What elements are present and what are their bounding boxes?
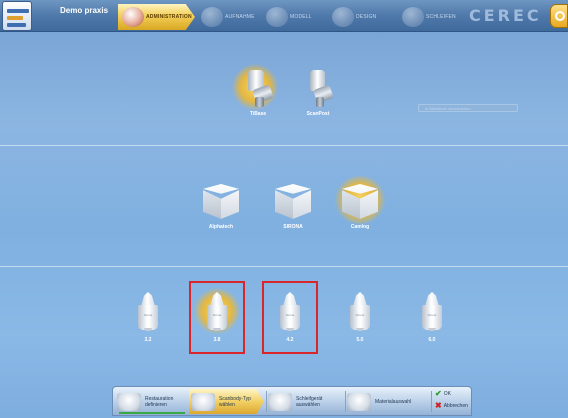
phase-tab-label: SCHLEIFEN <box>426 14 456 20</box>
milling-unit-icon <box>268 392 292 411</box>
ok-label: OK <box>443 390 451 397</box>
library-search-input[interactable]: in Bibliothek durchsuchen <box>418 104 518 112</box>
camera-icon <box>201 7 223 27</box>
cancel-button[interactable]: ✖ Abbrechen <box>435 401 468 410</box>
step-separator <box>345 391 346 412</box>
scanpost-icon <box>304 70 334 108</box>
phase-tab-aufnahme[interactable]: AUFNAHME <box>197 4 260 30</box>
scanbody-icon: Sirona <box>138 292 158 331</box>
check-icon: ✔ <box>435 389 442 398</box>
workflow-step-material[interactable]: Materialauswahl <box>347 389 429 414</box>
phase-tab-label: DESIGN <box>356 14 377 20</box>
scanbody-icon: Sirona <box>422 292 442 331</box>
phase-tab-label: AUFNAHME <box>225 14 255 20</box>
logo-bar <box>7 23 26 27</box>
option-size-6-0[interactable]: Sirona 6.0 <box>418 292 446 346</box>
option-label: 3.2 <box>144 337 152 343</box>
scanbody-icon <box>191 392 215 411</box>
package-icon <box>203 184 239 220</box>
phase-tab-label: ADMINISTRATION <box>146 14 192 20</box>
case-name: Demo praxis <box>60 6 109 15</box>
model-icon <box>266 7 288 27</box>
phase-tab-modell[interactable]: MODELL <box>262 4 322 30</box>
highlight-box <box>189 281 245 354</box>
phase-tab-administration[interactable]: ADMINISTRATION <box>118 4 195 30</box>
tooth-icon <box>122 7 144 27</box>
option-label: 5.0 <box>356 337 364 343</box>
milling-icon <box>402 7 424 27</box>
logo-bar <box>7 9 29 13</box>
option-label: 6.0 <box>428 337 436 343</box>
workflow-step-label: Scanbody-Typ wählen <box>219 395 251 408</box>
option-label: TiBase <box>249 111 267 117</box>
step-separator <box>266 391 267 412</box>
workflow-step-label: Schleifgerät auswählen <box>296 395 323 408</box>
option-label: ScanPost <box>306 111 330 117</box>
design-icon <box>332 7 354 27</box>
step-separator <box>431 391 432 412</box>
section-divider <box>0 145 568 146</box>
workflow-step-label: Restauration definieren <box>145 395 174 408</box>
ok-button[interactable]: ✔ OK <box>435 389 451 398</box>
section-divider <box>0 266 568 267</box>
close-icon: ✖ <box>435 401 442 410</box>
phase-tab-design[interactable]: DESIGN <box>328 4 388 30</box>
option-scanpost[interactable]: ScanPost <box>298 66 338 122</box>
material-block-icon <box>347 392 371 411</box>
patient-database-icon[interactable] <box>2 1 32 31</box>
logo-bar <box>7 16 23 20</box>
highlight-box <box>262 281 318 354</box>
crown-icon <box>117 392 141 411</box>
option-label: SIRONA <box>283 224 303 230</box>
main-menu-button[interactable] <box>550 4 568 28</box>
option-sirona[interactable]: SIRONA <box>270 182 316 232</box>
package-icon <box>275 184 311 220</box>
tibase-icon <box>242 70 274 108</box>
workflow-step-schleifgeraet[interactable]: Schleifgerät auswählen <box>268 389 343 414</box>
option-label: Alphatech <box>208 224 234 230</box>
option-tibase[interactable]: TiBase <box>232 64 282 122</box>
option-size-3-2[interactable]: Sirona 3.2 <box>134 292 162 346</box>
brand-logo: CEREC <box>469 6 542 25</box>
workflow-step-scanbody[interactable]: Scanbody-Typ wählen <box>189 389 264 414</box>
dialog-actions: ✔ OK ✖ Abbrechen <box>433 389 471 414</box>
power-icon <box>555 11 565 21</box>
scanbody-icon: Sirona <box>350 292 370 331</box>
cancel-label: Abbrechen <box>443 402 468 409</box>
workflow-step-restauration[interactable]: Restauration definieren <box>117 389 187 414</box>
step-done-bar <box>119 412 185 414</box>
option-alphatech[interactable]: Alphatech <box>198 182 244 232</box>
workflow-bar: Restauration definieren Scanbody-Typ wäh… <box>112 386 472 416</box>
top-toolbar: Demo praxis ADMINISTRATION AUFNAHME MODE… <box>0 0 568 32</box>
package-icon <box>342 184 378 220</box>
phase-tab-label: MODELL <box>290 14 312 20</box>
workflow-step-label: Materialauswahl <box>375 398 412 405</box>
option-size-5-0[interactable]: Sirona 5.0 <box>346 292 374 346</box>
option-camlog[interactable]: Camlog <box>334 176 386 232</box>
option-label: Camlog <box>350 224 370 230</box>
phase-tab-schleifen[interactable]: SCHLEIFEN <box>398 4 458 30</box>
